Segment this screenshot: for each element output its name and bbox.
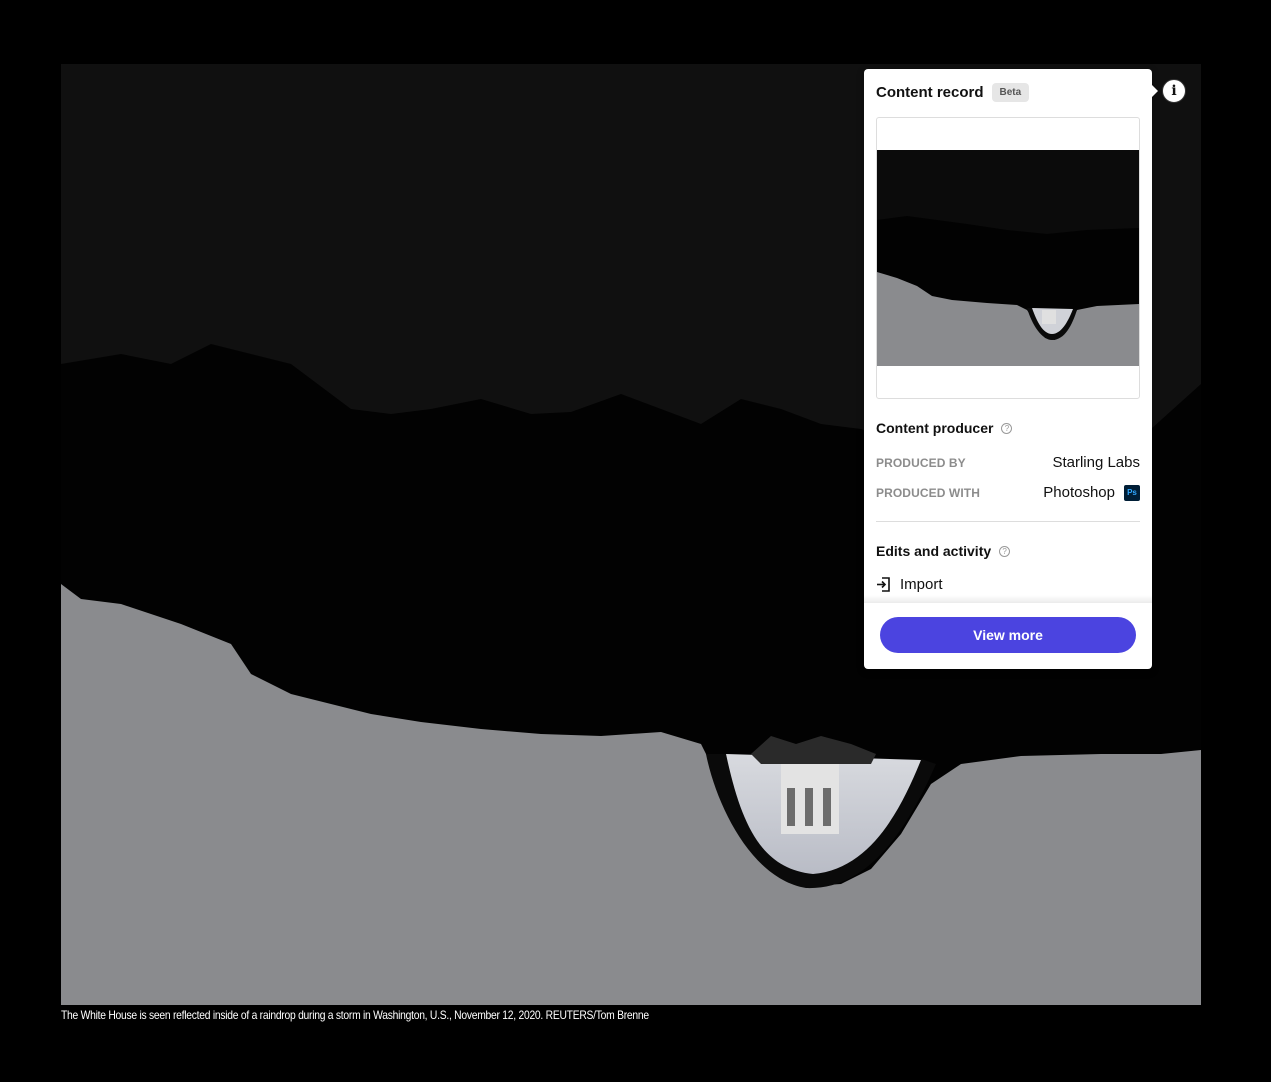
panel-pointer xyxy=(1152,85,1158,97)
activity-item-label: Import xyxy=(900,576,943,593)
thumbnail-frame xyxy=(876,117,1140,399)
content-record-panel: Content record Beta Content producer ? P… xyxy=(864,69,1158,669)
help-icon[interactable]: ? xyxy=(999,545,1011,557)
import-icon xyxy=(877,577,890,592)
panel-header: Content record Beta xyxy=(876,83,1030,102)
produced-with-value-group: Photoshop Ps xyxy=(1043,484,1140,501)
content-producer-title: Content producer xyxy=(876,420,994,436)
view-more-button[interactable]: View more xyxy=(880,617,1136,653)
produced-with-value: Photoshop xyxy=(1043,484,1115,501)
photo-caption: The White House is seen reflected inside… xyxy=(61,1008,649,1022)
produced-by-value: Starling Labs xyxy=(1052,454,1140,471)
produced-with-row: PRODUCED WITH Photoshop Ps xyxy=(876,484,1140,501)
panel-title: Content record xyxy=(876,84,984,101)
produced-by-label: PRODUCED BY xyxy=(876,455,966,470)
edits-activity-heading: Edits and activity ? xyxy=(876,543,1011,559)
photoshop-icon: Ps xyxy=(1124,484,1140,501)
info-button[interactable]: i xyxy=(1162,79,1186,103)
help-icon[interactable]: ? xyxy=(1001,422,1013,434)
activity-item-import: Import xyxy=(876,576,943,593)
edits-activity-title: Edits and activity xyxy=(876,543,992,559)
thumbnail-image xyxy=(877,150,1139,366)
beta-badge: Beta xyxy=(991,83,1030,102)
produced-with-label: PRODUCED WITH xyxy=(876,485,980,500)
scroll-fade xyxy=(864,595,1152,603)
produced-by-row: PRODUCED BY Starling Labs xyxy=(876,454,1140,471)
info-icon: i xyxy=(1171,83,1177,99)
section-divider xyxy=(876,521,1140,522)
content-producer-heading: Content producer ? xyxy=(876,420,1013,436)
